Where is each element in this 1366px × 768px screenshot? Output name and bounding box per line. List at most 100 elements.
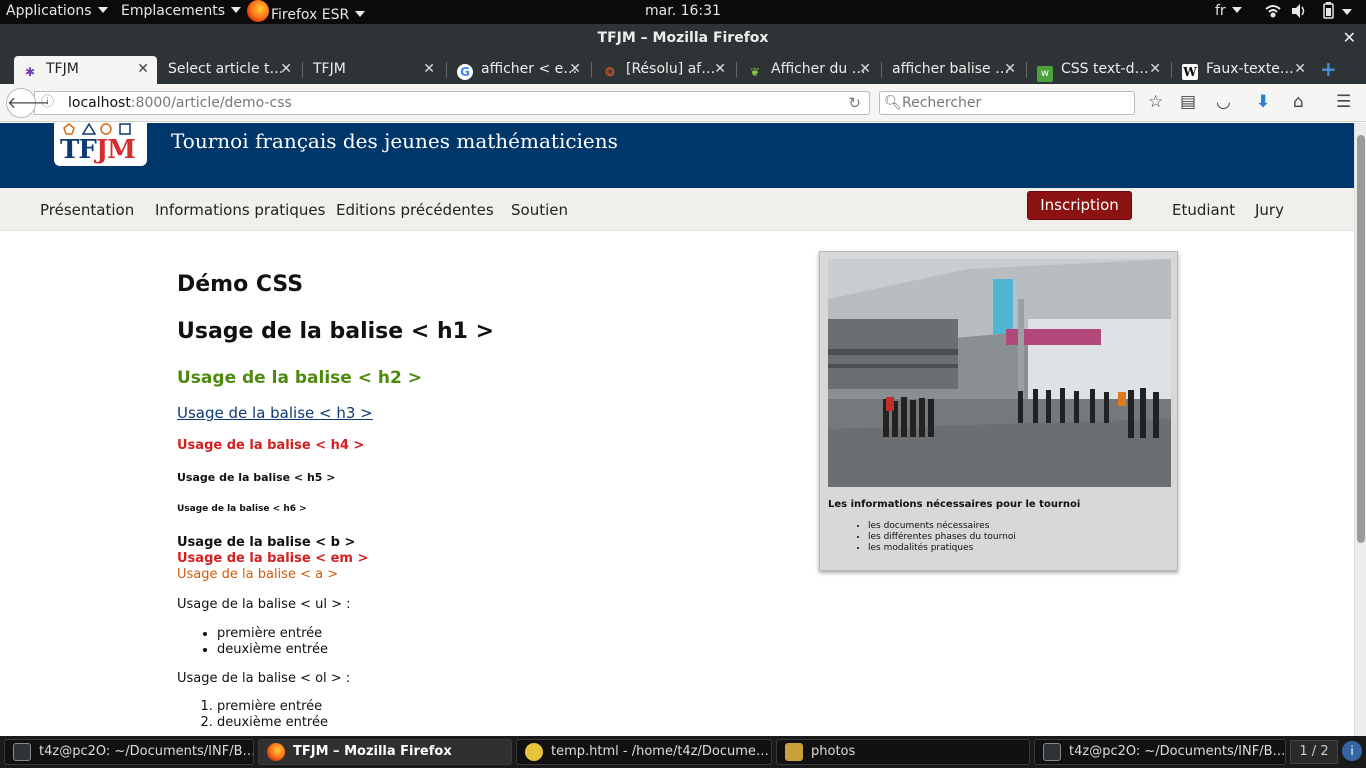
new-tab-icon[interactable]: + bbox=[1320, 56, 1337, 82]
search-input[interactable]: 🔍︎ Rechercher bbox=[879, 91, 1135, 115]
editor-icon bbox=[525, 743, 543, 761]
google-icon: G bbox=[457, 64, 473, 80]
web-page: TFJM Tournoi français des jeunes mathéma… bbox=[0, 123, 1354, 736]
task-photos[interactable]: photos bbox=[776, 739, 1030, 765]
downloads-icon[interactable]: ⬇ bbox=[1256, 92, 1270, 112]
menu-etudiant[interactable]: Etudiant bbox=[1172, 201, 1235, 219]
task-editor[interactable]: temp.html - /home/t4z/Docume… bbox=[516, 739, 772, 765]
terminal-icon bbox=[13, 743, 31, 761]
site-logo[interactable]: TFJM bbox=[54, 123, 147, 166]
tab-afficher-balise[interactable]: afficher balise … ✕ bbox=[884, 56, 1024, 84]
task-label: temp.html - /home/t4z/Docume… bbox=[551, 744, 769, 759]
task-firefox[interactable]: TFJM – Mozilla Firefox bbox=[258, 739, 512, 765]
tab-css-text[interactable]: w CSS text-d… ✕ bbox=[1029, 56, 1169, 84]
tab-label: afficher balise … bbox=[892, 61, 1010, 77]
task-label: photos bbox=[811, 744, 856, 759]
url-text: localhost:8000/article/demo-css bbox=[68, 92, 292, 114]
ol-intro: Usage de la balise < ol > : bbox=[177, 671, 351, 686]
tab-label: CSS text-d… bbox=[1061, 61, 1149, 77]
task-label: TFJM – Mozilla Firefox bbox=[293, 744, 452, 759]
back-button[interactable]: 🡐 bbox=[6, 88, 50, 118]
volume-icon bbox=[1292, 4, 1305, 18]
system-top-bar: Applications Emplacements Firefox ESR ma… bbox=[0, 0, 1366, 24]
close-tab-icon[interactable]: ✕ bbox=[1149, 56, 1161, 82]
task-label: t4z@pc2O: ~/Documents/INF/B… bbox=[1069, 744, 1286, 759]
tab-label: TFJM bbox=[313, 61, 346, 77]
search-placeholder: Rechercher bbox=[902, 95, 982, 111]
close-tab-icon[interactable]: ✕ bbox=[1004, 56, 1016, 82]
notification-icon[interactable]: i bbox=[1342, 741, 1362, 761]
menu-hamburger-icon[interactable]: ☰ bbox=[1336, 92, 1351, 112]
menu-soutien[interactable]: Soutien bbox=[511, 201, 568, 219]
list-item: première entrée bbox=[217, 699, 328, 715]
clock[interactable]: mar. 16:31 bbox=[645, 3, 721, 19]
tab-separator bbox=[1026, 62, 1027, 78]
tab-resolu[interactable]: ❂ [Résolu] af… ✕ bbox=[594, 56, 734, 84]
close-tab-icon[interactable]: ✕ bbox=[714, 56, 726, 82]
tab-separator bbox=[736, 62, 737, 78]
bookmark-star-icon[interactable]: ☆ bbox=[1148, 92, 1163, 112]
tab-label: Faux-texte… bbox=[1206, 61, 1294, 77]
places-label: Emplacements bbox=[121, 3, 226, 19]
keyboard-layout-label: fr bbox=[1215, 3, 1226, 19]
url-path: :8000/article/demo-css bbox=[130, 95, 292, 111]
list-item: les différentes phases du tournoi bbox=[868, 532, 1016, 543]
tab-label: Afficher du … bbox=[771, 61, 866, 77]
workspace-pager[interactable]: 1 / 2 bbox=[1290, 740, 1338, 764]
close-tab-icon[interactable]: ✕ bbox=[859, 56, 871, 82]
tab-afficher-du[interactable]: ❦ Afficher du … ✕ bbox=[739, 56, 879, 84]
reading-list-icon[interactable]: ▤ bbox=[1180, 92, 1196, 112]
demo-h5: Usage de la balise < h5 > bbox=[177, 471, 336, 484]
close-tab-icon[interactable]: ✕ bbox=[569, 56, 581, 82]
system-status-menu[interactable] bbox=[1264, 2, 1356, 24]
demo-h3-link[interactable]: Usage de la balise < h3 > bbox=[177, 404, 373, 422]
wifi-icon bbox=[1265, 5, 1281, 18]
close-tab-icon[interactable]: ✕ bbox=[280, 56, 292, 82]
home-icon[interactable]: ⌂ bbox=[1293, 92, 1304, 112]
close-tab-icon[interactable]: ✕ bbox=[137, 56, 149, 82]
site-header: TFJM Tournoi français des jeunes mathéma… bbox=[0, 123, 1354, 188]
applications-menu[interactable]: Applications bbox=[6, 3, 108, 19]
places-menu[interactable]: Emplacements bbox=[121, 3, 242, 19]
url-bar[interactable]: ⓘ localhost:8000/article/demo-css ↻ bbox=[34, 91, 870, 115]
chevron-down-icon bbox=[231, 7, 242, 13]
tab-separator bbox=[446, 62, 447, 78]
close-tab-icon[interactable]: ✕ bbox=[1294, 56, 1306, 82]
arrow-left-icon: 🡐 bbox=[7, 93, 50, 112]
tab-separator bbox=[302, 62, 303, 78]
site-menu: Présentation Informations pratiques Edit… bbox=[0, 188, 1354, 231]
menu-informations-pratiques[interactable]: Informations pratiques bbox=[155, 201, 325, 219]
pocket-icon[interactable]: ◡ bbox=[1216, 92, 1231, 112]
menu-jury[interactable]: Jury bbox=[1255, 201, 1284, 219]
tab-tfjm-active[interactable]: ✱ TFJM ✕ bbox=[14, 56, 157, 84]
demo-link[interactable]: Usage de la balise < a > bbox=[177, 567, 338, 582]
wikipedia-icon: W bbox=[1182, 64, 1198, 80]
chevron-down-icon bbox=[1231, 7, 1242, 13]
demo-emphasis: Usage de la balise < em > bbox=[177, 551, 369, 566]
menu-editions-precedentes[interactable]: Editions précédentes bbox=[336, 201, 494, 219]
site-favicon-icon: ❦ bbox=[749, 65, 761, 79]
active-app-menu[interactable]: Firefox ESR bbox=[247, 0, 366, 23]
keyboard-layout-menu[interactable]: fr bbox=[1215, 3, 1242, 19]
forum-favicon-icon: ❂ bbox=[604, 65, 616, 79]
inscription-button[interactable]: Inscription bbox=[1027, 191, 1132, 220]
scrollbar-thumb[interactable] bbox=[1357, 135, 1365, 543]
menu-presentation[interactable]: Présentation bbox=[40, 201, 134, 219]
list-item: les documents nécessaires bbox=[868, 521, 1016, 532]
tab-tfjm-2[interactable]: TFJM ✕ bbox=[305, 56, 443, 84]
close-tab-icon[interactable]: ✕ bbox=[423, 56, 435, 82]
tab-select-article[interactable]: Select article t… ✕ bbox=[160, 56, 300, 84]
system-status-icons bbox=[1265, 2, 1352, 19]
list-item: première entrée bbox=[217, 626, 328, 642]
tab-faux-texte[interactable]: W Faux-texte… ✕ bbox=[1174, 56, 1314, 84]
close-window-icon[interactable]: ✕ bbox=[1343, 24, 1356, 52]
tab-afficher-e[interactable]: Gafficher < e… ✕ bbox=[449, 56, 589, 84]
window-titlebar: TFJM – Mozilla Firefox ✕ bbox=[0, 24, 1366, 52]
task-terminal-2[interactable]: t4z@pc2O: ~/Documents/INF/B… bbox=[1034, 739, 1286, 765]
navigation-toolbar: ⓘ localhost:8000/article/demo-css ↻ 🡐 🔍︎… bbox=[0, 84, 1366, 122]
active-app-label: Firefox ESR bbox=[271, 7, 350, 23]
task-terminal-1[interactable]: t4z@pc2O: ~/Documents/INF/B… bbox=[4, 739, 254, 765]
reload-icon[interactable]: ↻ bbox=[848, 92, 861, 114]
page-scrollbar[interactable] bbox=[1354, 123, 1366, 736]
w3c-favicon-icon: w bbox=[1037, 66, 1053, 82]
